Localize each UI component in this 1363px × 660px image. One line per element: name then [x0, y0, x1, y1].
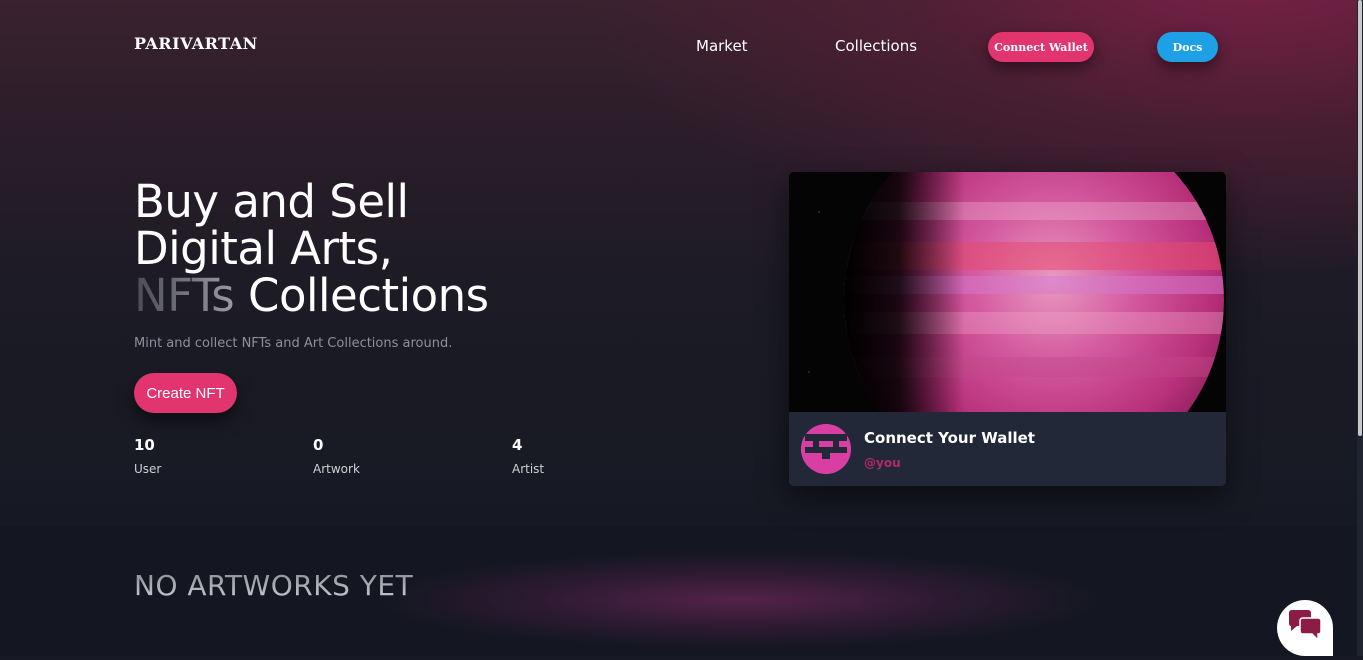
- headline-line-2: Digital Arts,: [134, 222, 393, 275]
- docs-button[interactable]: Docs: [1157, 32, 1218, 62]
- stat-users: 10 User: [134, 436, 161, 476]
- create-nft-button[interactable]: Create NFT: [134, 373, 237, 413]
- nav-collections-link[interactable]: Collections: [835, 37, 917, 55]
- nav-market-link[interactable]: Market: [696, 37, 748, 55]
- stat-value: 10: [134, 436, 155, 454]
- chat-widget-button[interactable]: [1277, 600, 1333, 656]
- connect-wallet-button[interactable]: Connect Wallet: [988, 32, 1094, 62]
- stat-label: Artwork: [313, 462, 360, 476]
- headline-collections-word: Collections: [234, 269, 489, 322]
- headline-line-1: Buy and Sell: [134, 175, 409, 228]
- stat-value: 4: [512, 436, 523, 454]
- stat-artists: 4 Artist: [512, 436, 544, 476]
- stat-artworks: 0 Artwork: [313, 436, 360, 476]
- card-handle[interactable]: @you: [864, 456, 901, 470]
- chat-bubbles-icon: [1286, 609, 1324, 647]
- card-footer: Connect Your Wallet @you: [789, 412, 1226, 486]
- scrollbar-thumb[interactable]: [1358, 0, 1362, 436]
- card-title: Connect Your Wallet: [864, 429, 1035, 447]
- brand-logo[interactable]: PARIVARTAN: [134, 34, 258, 53]
- section-title: NO ARTWORKS YET: [134, 569, 414, 602]
- planet-image[interactable]: [789, 172, 1226, 486]
- avatar[interactable]: [801, 424, 851, 474]
- stat-label: Artist: [512, 462, 545, 476]
- scrollbar[interactable]: [1357, 0, 1363, 656]
- section-glow: [290, 540, 1190, 660]
- hero-subtitle: Mint and collect NFTs and Art Collection…: [134, 336, 453, 351]
- headline-nfts-word: NFTs: [134, 269, 235, 322]
- headline-line-3: NFTs Collections: [134, 272, 489, 319]
- stat-label: User: [134, 462, 162, 476]
- stat-value: 0: [313, 436, 324, 454]
- hero-headline: Buy and Sell Digital Arts, NFTs Collecti…: [134, 178, 489, 319]
- featured-nft-card[interactable]: Connect Your Wallet @you: [789, 172, 1226, 486]
